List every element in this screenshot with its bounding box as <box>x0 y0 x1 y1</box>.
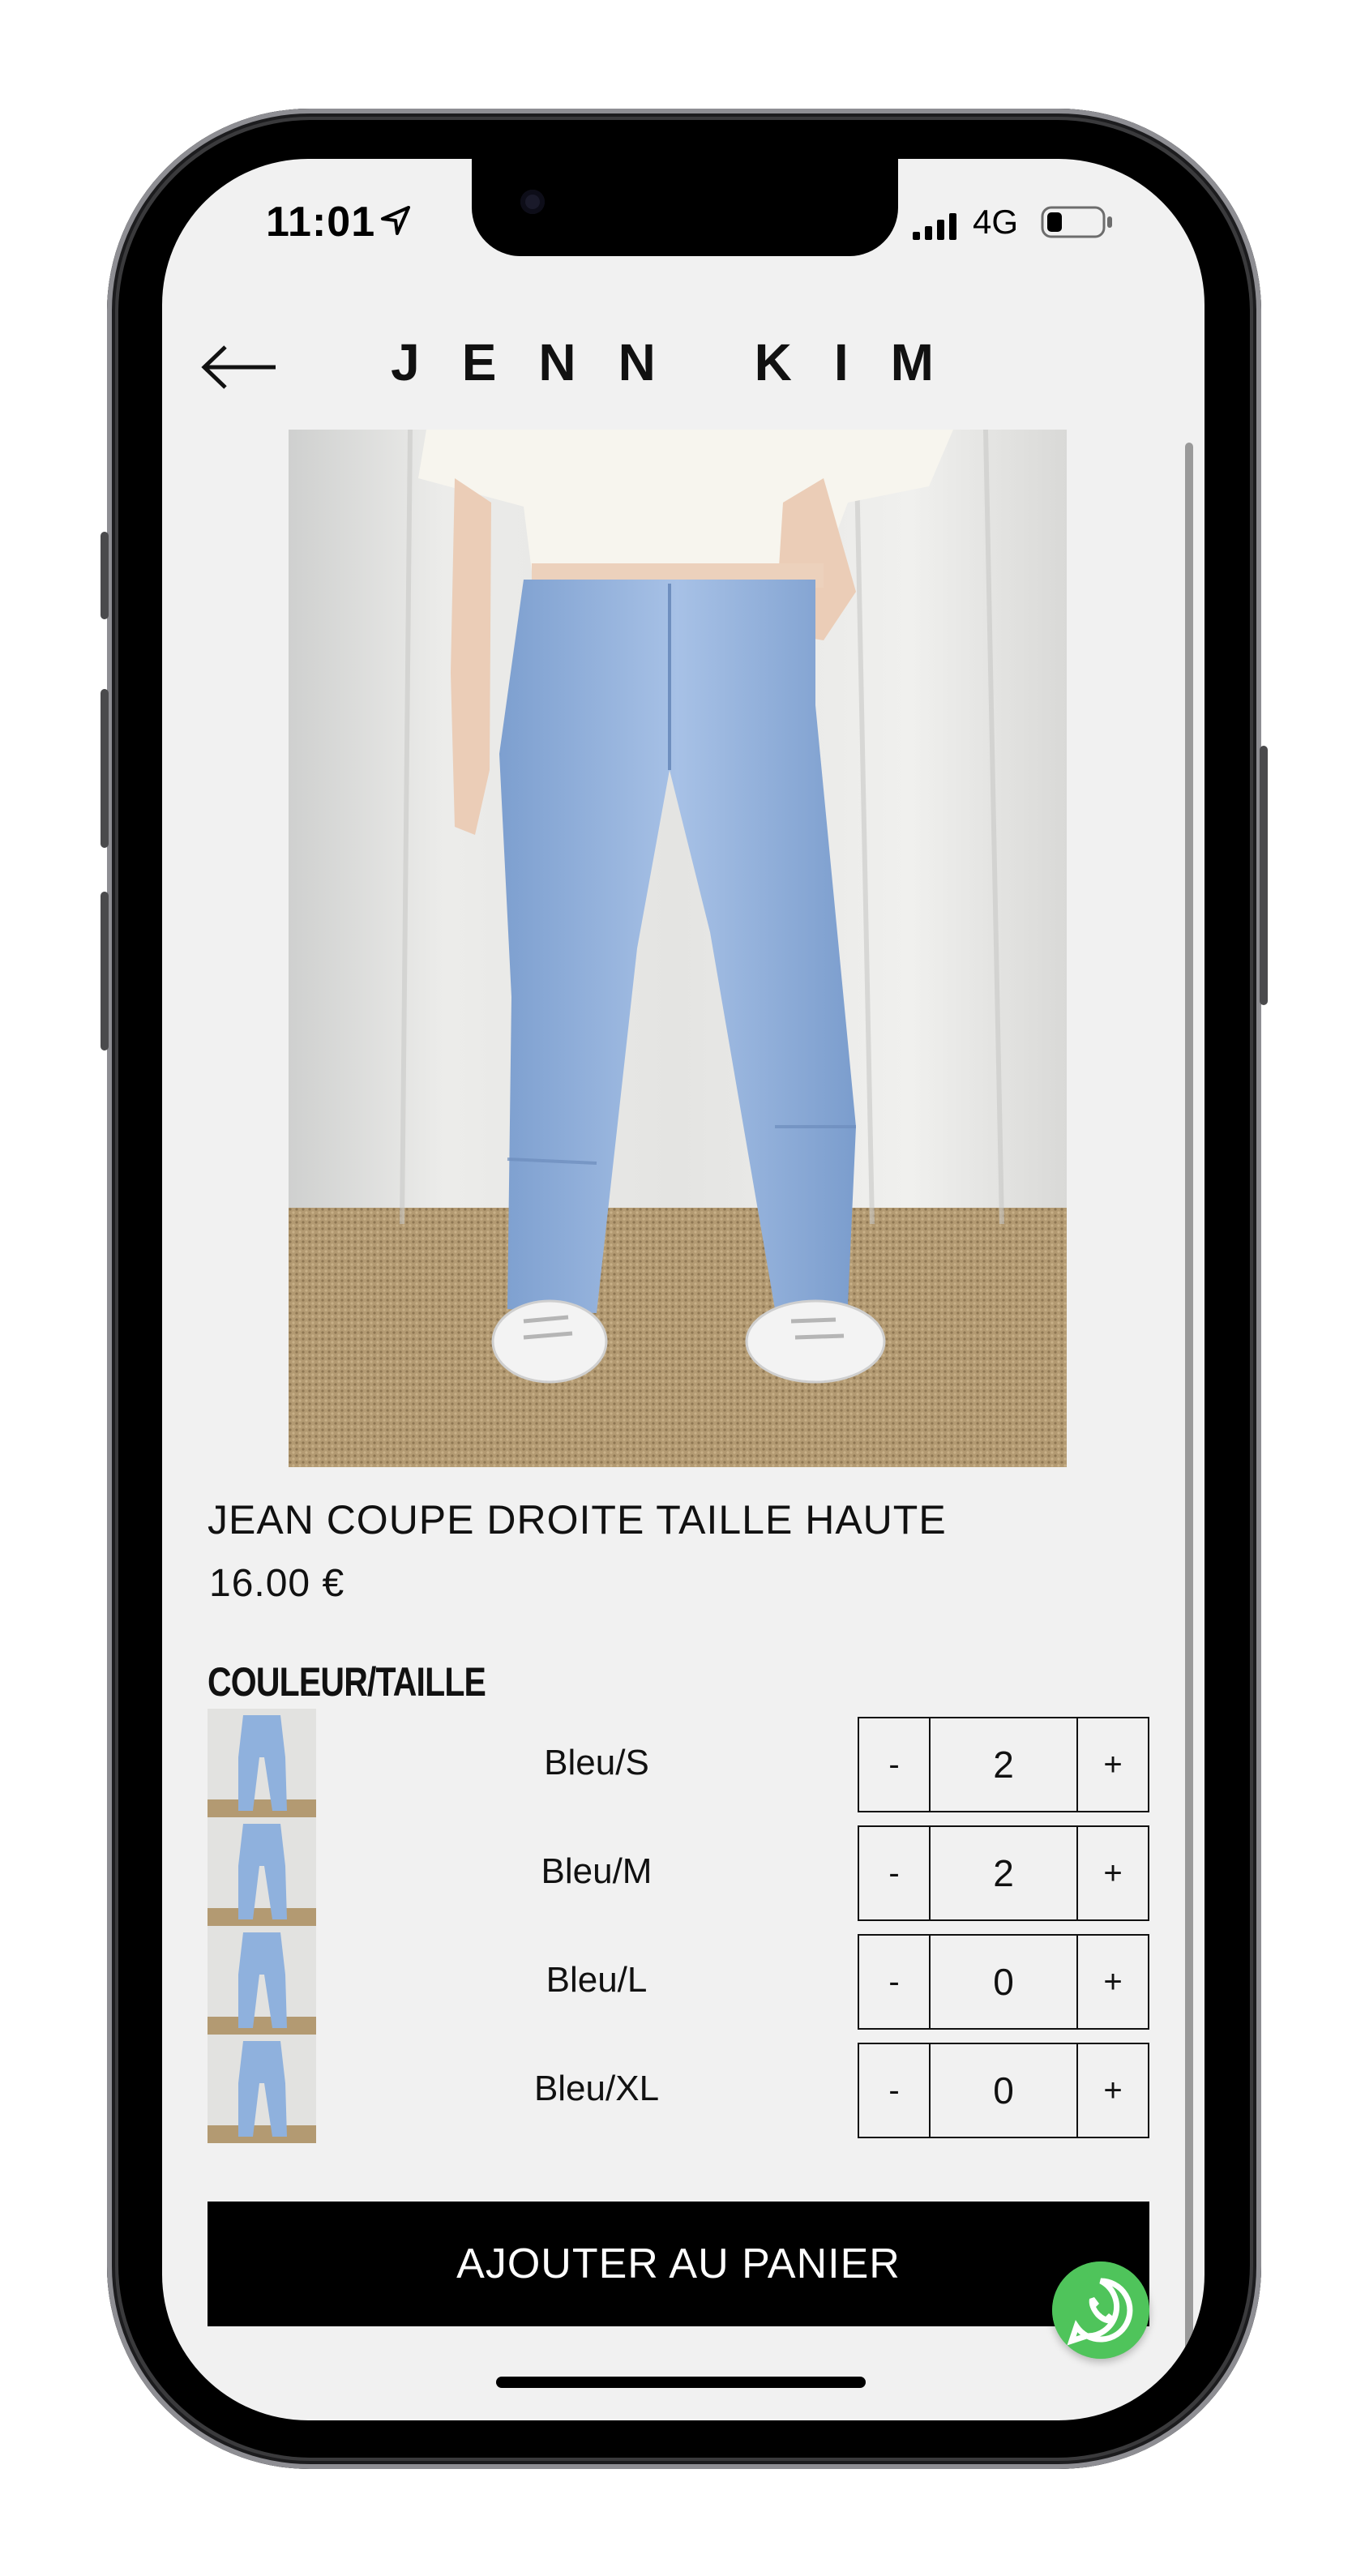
brand-logo[interactable]: JENN KIM <box>162 332 1205 392</box>
quantity-stepper: - 2 + <box>858 1825 1149 1921</box>
whatsapp-icon[interactable] <box>1052 2261 1149 2359</box>
decrease-quantity-button[interactable]: - <box>859 1936 929 2028</box>
quantity-stepper: - 0 + <box>858 1934 1149 2030</box>
increase-quantity-button[interactable]: + <box>1078 1936 1148 2028</box>
increase-quantity-button[interactable]: + <box>1078 1827 1148 1919</box>
quantity-value[interactable]: 0 <box>929 1936 1078 2028</box>
variant-thumbnail <box>208 1709 316 1817</box>
quantity-value[interactable]: 2 <box>929 1718 1078 1811</box>
variant-thumbnail <box>208 1926 316 2035</box>
front-camera <box>520 190 545 214</box>
home-indicator[interactable] <box>496 2377 866 2388</box>
variant-row: Bleu/S - 2 + <box>208 1709 1149 1817</box>
quantity-stepper: - 0 + <box>858 2043 1149 2138</box>
increase-quantity-button[interactable]: + <box>1078 1718 1148 1811</box>
phone-volume-up <box>101 689 109 848</box>
decrease-quantity-button[interactable]: - <box>859 2044 929 2137</box>
variant-row: Bleu/L - 0 + <box>208 1926 1149 2035</box>
variant-section-label: COULEUR/TAILLE <box>208 1659 486 1705</box>
variant-label: Bleu/M <box>541 1851 653 1891</box>
product-title: JEAN COUPE DROITE TAILLE HAUTE <box>208 1497 947 1543</box>
network-type: 4G <box>973 203 1019 241</box>
battery-icon <box>1041 206 1112 238</box>
quantity-value[interactable]: 0 <box>929 2044 1078 2137</box>
quantity-value[interactable]: 2 <box>929 1827 1078 1919</box>
notch <box>472 159 898 256</box>
scrollbar[interactable] <box>1185 443 1193 2372</box>
phone-mute-switch <box>101 532 109 619</box>
phone-volume-down <box>101 892 109 1051</box>
add-to-cart-button[interactable]: AJOUTER AU PANIER <box>208 2202 1149 2326</box>
variant-thumbnail <box>208 2035 316 2143</box>
phone-power-button <box>1260 746 1268 1005</box>
phone-screen: 11:01 4G JENN KIM JEAN COUPE DROITE TAIL… <box>162 159 1205 2420</box>
location-arrow-icon <box>381 206 410 235</box>
status-time: 11:01 <box>266 199 376 246</box>
decrease-quantity-button[interactable]: - <box>859 1827 929 1919</box>
variant-thumbnail <box>208 1817 316 1926</box>
variant-label: Bleu/S <box>544 1743 649 1782</box>
variant-row: Bleu/M - 2 + <box>208 1817 1149 1926</box>
product-image[interactable] <box>289 430 1067 1467</box>
signal-icon <box>913 213 956 240</box>
variant-label: Bleu/XL <box>533 2069 660 2108</box>
quantity-stepper: - 2 + <box>858 1717 1149 1812</box>
decrease-quantity-button[interactable]: - <box>859 1718 929 1811</box>
variant-label: Bleu/L <box>546 1960 648 2000</box>
product-price: 16.00 € <box>209 1562 345 1605</box>
increase-quantity-button[interactable]: + <box>1078 2044 1148 2137</box>
variant-row: Bleu/XL - 0 + <box>208 2035 1149 2143</box>
